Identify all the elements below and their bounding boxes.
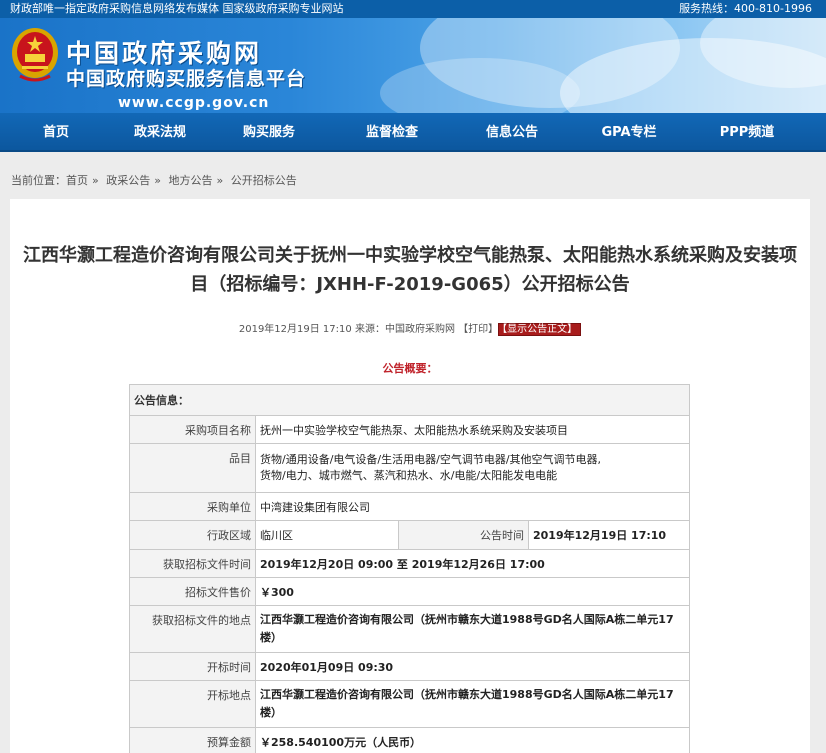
region-label: 行政区域 — [129, 520, 256, 550]
items-label: 品目 — [129, 443, 256, 493]
breadcrumb-public-tender[interactable]: 公开招标公告 — [231, 174, 297, 187]
article-meta: 2019年12月19日 17:10 来源：中国政府采购网 【打印】 【显示公告正文… — [10, 323, 810, 336]
table-row: 获取招标文件时间 2019年12月20日 09:00 至 2019年12月26日… — [129, 549, 690, 578]
nav-announcements[interactable]: 信息公告 — [454, 113, 570, 150]
doc-place-value: 江西华灏工程造价咨询有限公司（抚州市赣东大道1988号GD名人国际A栋二单元17… — [255, 605, 690, 653]
open-time-label: 开标时间 — [129, 652, 256, 681]
budget-value: ￥258.540100万元（人民币） — [255, 727, 690, 753]
items-value: 货物/通用设备/电气设备/生活用电器/空气调节电器/其他空气调节电器, 货物/电… — [255, 443, 690, 493]
items-line-2: 货物/电力、城市燃气、蒸汽和热水、水/电能/太阳能发电电能 — [260, 469, 558, 482]
region-value: 临川区 — [255, 520, 399, 550]
table-row: 获取招标文件的地点 江西华灏工程造价咨询有限公司（抚州市赣东大道1988号GD名… — [129, 605, 690, 653]
site-logo-subtitle: 中国政府购买服务信息平台 — [66, 68, 307, 90]
items-line-1: 货物/通用设备/电气设备/生活用电器/空气调节电器/其他空气调节电器, — [260, 453, 602, 466]
main-nav: 首页 政采法规 购买服务 监督检查 信息公告 GPA专栏 PPP频道 — [0, 113, 826, 152]
doc-place-label: 获取招标文件的地点 — [129, 605, 256, 653]
pub-time-label: 公告时间 — [398, 520, 529, 550]
site-url: www.ccgp.gov.cn — [118, 95, 270, 111]
nav-home[interactable]: 首页 — [0, 113, 112, 150]
nav-regulations[interactable]: 政采法规 — [112, 113, 208, 150]
print-link[interactable]: 【打印】 — [458, 324, 498, 335]
article-source: 来源：中国政府采购网 — [354, 324, 455, 335]
buyer-value: 中湾建设集团有限公司 — [255, 492, 690, 521]
pub-time-value: 2019年12月19日 17:10 — [528, 520, 690, 550]
table-row: 招标文件售价 ￥300 — [129, 577, 690, 606]
breadcrumb: 当前位置：首页 » 政采公告 » 地方公告 » 公开招标公告 — [0, 152, 826, 196]
summary-label: 公告概要： — [382, 362, 438, 375]
buyer-label: 采购单位 — [129, 492, 256, 521]
doc-price-label: 招标文件售价 — [129, 577, 256, 606]
table-row: 采购单位 中湾建设集团有限公司 — [129, 492, 690, 521]
site-banner: 中国政府采购网 中国政府购买服务信息平台 www.ccgp.gov.cn — [0, 18, 826, 113]
doc-time-label: 获取招标文件时间 — [129, 549, 256, 578]
publish-date: 2019年12月19日 17:10 — [238, 324, 352, 335]
breadcrumb-home[interactable]: 首页 — [66, 174, 88, 187]
table-row: 采购项目名称 抚州一中实验学校空气能热泵、太阳能热水系统采购及安装项目 — [129, 415, 690, 444]
breadcrumb-separator: » — [216, 174, 224, 187]
table-row: 开标时间 2020年01月09日 09:30 — [129, 652, 690, 681]
article-card: 江西华灏工程造价咨询有限公司关于抚州一中实验学校空气能热泵、太阳能热水系统采购及… — [10, 199, 810, 753]
breadcrumb-gov-announcements[interactable]: 政采公告 — [106, 174, 150, 187]
announcement-info-table: 公告信息： 采购项目名称 抚州一中实验学校空气能热泵、太阳能热水系统采购及安装项… — [129, 384, 690, 753]
nav-gpa[interactable]: GPA专栏 — [570, 113, 688, 150]
top-info-bar: 财政部唯一指定政府采购信息网络发布媒体 国家级政府采购专业网站 服务热线：400… — [0, 0, 826, 18]
site-tagline: 财政部唯一指定政府采购信息网络发布媒体 国家级政府采购专业网站 — [10, 2, 344, 15]
table-row: 品目 货物/通用设备/电气设备/生活用电器/空气调节电器/其他空气调节电器, 货… — [129, 443, 690, 493]
project-name-label: 采购项目名称 — [129, 415, 256, 444]
table-row: 行政区域 临川区 公告时间 2019年12月19日 17:10 — [129, 520, 690, 550]
open-place-label: 开标地点 — [129, 680, 256, 728]
show-body-button[interactable]: 【显示公告正文】 — [498, 323, 582, 336]
doc-time-value: 2019年12月20日 09:00 至 2019年12月26日 17:00 — [255, 549, 690, 578]
nav-supervision[interactable]: 监督检查 — [330, 113, 454, 150]
breadcrumb-separator: » — [154, 174, 161, 187]
open-place-value: 江西华灏工程造价咨询有限公司（抚州市赣东大道1988号GD名人国际A栋二单元17… — [255, 680, 690, 728]
national-emblem-icon[interactable] — [10, 26, 60, 82]
breadcrumb-local-announcements[interactable]: 地方公告 — [168, 174, 212, 187]
breadcrumb-prefix: 当前位置： — [11, 174, 66, 187]
open-time-value: 2020年01月09日 09:30 — [255, 652, 690, 681]
service-hotline: 服务热线：400-810-1996 — [679, 2, 812, 15]
budget-label: 预算金额 — [129, 727, 256, 753]
breadcrumb-separator: » — [92, 174, 99, 187]
project-name-value: 抚州一中实验学校空气能热泵、太阳能热水系统采购及安装项目 — [255, 415, 690, 444]
doc-price-value: ￥300 — [255, 577, 690, 606]
table-row: 预算金额 ￥258.540100万元（人民币） — [129, 727, 690, 753]
table-row: 开标地点 江西华灏工程造价咨询有限公司（抚州市赣东大道1988号GD名人国际A栋… — [129, 680, 690, 728]
nav-purchase-services[interactable]: 购买服务 — [208, 113, 330, 150]
nav-ppp[interactable]: PPP频道 — [688, 113, 806, 150]
page-title: 江西华灏工程造价咨询有限公司关于抚州一中实验学校空气能热泵、太阳能热水系统采购及… — [23, 245, 797, 295]
table-header: 公告信息： — [129, 384, 690, 416]
table-header-row: 公告信息： — [129, 384, 690, 416]
